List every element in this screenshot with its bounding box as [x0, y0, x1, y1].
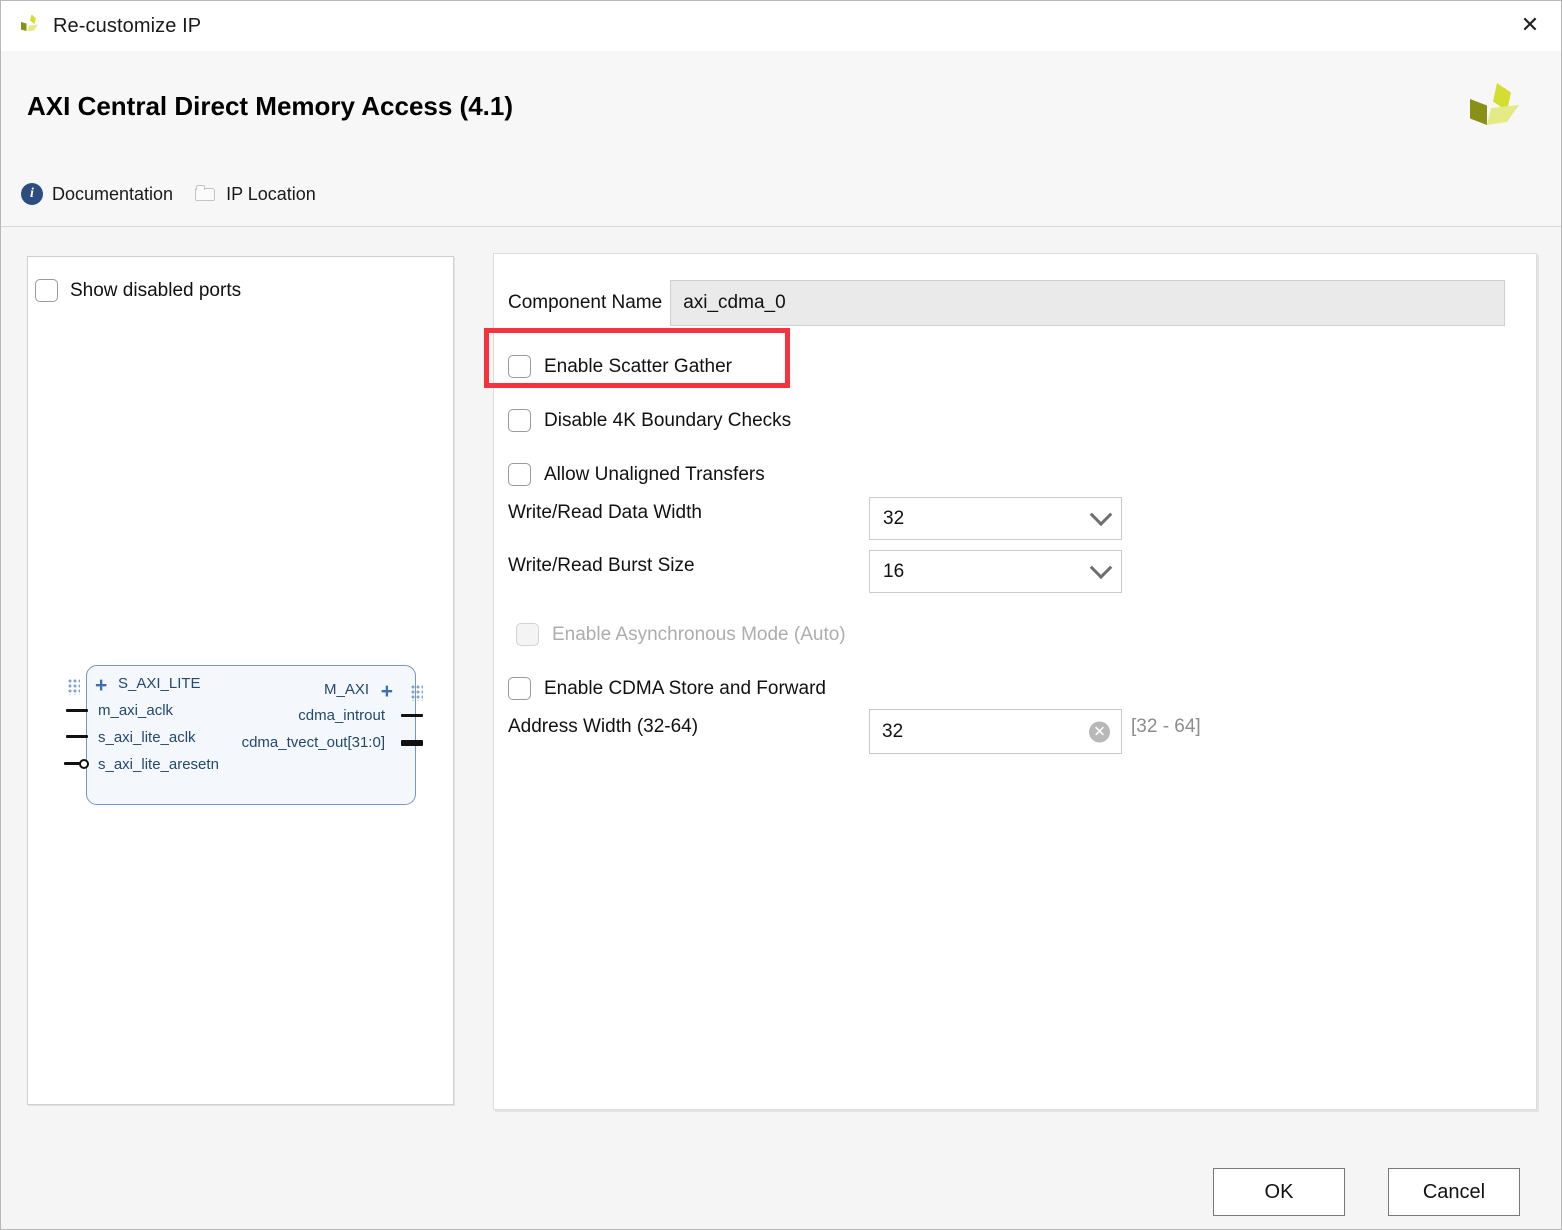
dialog-body: Show disabled ports + S_AXI_LITE m_axi_a…: [1, 227, 1561, 1127]
cdma-introut-wire: [401, 714, 423, 718]
allow-unaligned-transfers-row[interactable]: Allow Unaligned Transfers: [508, 463, 765, 486]
disable-4k-boundary-checks-label: Disable 4K Boundary Checks: [544, 409, 792, 431]
disable-4k-boundary-checks-checkbox[interactable]: [508, 409, 531, 432]
close-icon[interactable]: ✕: [1513, 11, 1547, 41]
documentation-link[interactable]: i Documentation: [21, 183, 173, 205]
data-width-label-row: Write/Read Data Width: [508, 502, 702, 524]
ip-location-link[interactable]: IP Location: [195, 184, 316, 205]
dialog-footer: OK Cancel: [1, 1127, 1561, 1229]
info-icon: i: [21, 183, 43, 205]
allow-unaligned-transfers-label: Allow Unaligned Transfers: [544, 463, 765, 485]
ip-block-diagram: + S_AXI_LITE m_axi_aclk s_axi_lite_aclk …: [46, 661, 441, 809]
show-disabled-ports-label: Show disabled ports: [70, 279, 242, 301]
enable-async-mode-checkbox: [516, 623, 539, 646]
address-width-range-row: [32 - 64]: [1131, 716, 1201, 738]
enable-async-mode-label: Enable Asynchronous Mode (Auto): [552, 623, 846, 645]
chevron-down-icon[interactable]: [1081, 502, 1121, 527]
enable-cdma-store-forward-row[interactable]: Enable CDMA Store and Forward: [508, 677, 826, 700]
clear-icon[interactable]: ✕: [1089, 721, 1110, 742]
component-name-label: Component Name: [508, 292, 663, 313]
chevron-down-icon[interactable]: [1081, 555, 1121, 580]
component-name-input[interactable]: [670, 280, 1506, 326]
show-disabled-ports-checkbox[interactable]: [35, 279, 58, 302]
component-name-row: Component Name: [508, 280, 1506, 326]
xilinx-brand-logo-icon: [1467, 81, 1523, 133]
ok-button[interactable]: OK: [1213, 1168, 1345, 1216]
burst-size-label-row: Write/Read Burst Size: [508, 555, 695, 577]
allow-unaligned-transfers-checkbox[interactable]: [508, 463, 531, 486]
address-width-range-hint: [32 - 64]: [1131, 716, 1201, 737]
cdma-tvect-out-bus-wire: [401, 740, 423, 746]
port-label-s-axi-lite-aclk: s_axi_lite_aclk: [98, 729, 196, 746]
port-label-s-axi-lite: S_AXI_LITE: [118, 675, 201, 692]
folder-icon: [195, 185, 217, 203]
header-links: i Documentation IP Location: [21, 183, 316, 205]
address-width-input-wrap: ✕: [869, 709, 1122, 754]
address-width-input[interactable]: [869, 709, 1122, 754]
burst-size-value: 16: [883, 560, 905, 582]
expand-s-axi-lite-icon[interactable]: +: [95, 675, 107, 696]
enable-cdma-store-forward-checkbox[interactable]: [508, 677, 531, 700]
port-label-m-axi-aclk: m_axi_aclk: [98, 702, 174, 719]
s-axi-lite-aresetn-wire: [64, 762, 80, 766]
ip-header: AXI Central Direct Memory Access (4.1) i…: [1, 51, 1561, 227]
enable-async-mode-row: Enable Asynchronous Mode (Auto): [516, 623, 846, 646]
ip-config-form: Component Name Enable Scatter Gather Dis…: [494, 254, 1536, 1109]
s-axi-lite-bus-stub-icon: [68, 679, 80, 695]
expand-m-axi-icon[interactable]: +: [381, 681, 393, 702]
aresetn-inversion-bubble-icon: [79, 759, 89, 769]
address-width-label: Address Width (32-64): [508, 716, 699, 737]
data-width-label: Write/Read Data Width: [508, 502, 702, 523]
documentation-link-label: Documentation: [52, 183, 174, 204]
ip-symbol-panel: Show disabled ports + S_AXI_LITE m_axi_a…: [27, 256, 454, 1105]
enable-scatter-gather-checkbox[interactable]: [508, 355, 531, 378]
enable-cdma-store-forward-label: Enable CDMA Store and Forward: [544, 677, 826, 699]
enable-scatter-gather-label: Enable Scatter Gather: [544, 355, 732, 377]
s-axi-lite-aclk-wire: [66, 735, 88, 739]
re-customize-ip-dialog: Re-customize IP ✕ AXI Central Direct Mem…: [0, 0, 1562, 1230]
m-axi-aclk-wire: [66, 709, 88, 713]
address-width-label-row: Address Width (32-64): [508, 716, 698, 738]
data-width-value: 32: [883, 507, 905, 529]
xilinx-logo-icon: [17, 13, 43, 39]
cancel-button[interactable]: Cancel: [1388, 1168, 1520, 1216]
data-width-dropdown[interactable]: 32: [869, 497, 1122, 540]
disable-4k-boundary-checks-row[interactable]: Disable 4K Boundary Checks: [508, 409, 791, 432]
port-label-s-axi-lite-aresetn: s_axi_lite_aresetn: [98, 756, 219, 773]
port-label-cdma-tvect-out: cdma_tvect_out[31:0]: [241, 734, 385, 751]
window-title-bar: Re-customize IP ✕: [1, 1, 1561, 52]
ip-config-panel: Component Name Enable Scatter Gather Dis…: [493, 253, 1537, 1110]
burst-size-dropdown[interactable]: 16: [869, 550, 1122, 593]
burst-size-label: Write/Read Burst Size: [508, 555, 695, 576]
show-disabled-ports-checkbox-row[interactable]: Show disabled ports: [35, 279, 241, 302]
port-label-m-axi: M_AXI: [323, 681, 369, 698]
ip-location-link-label: IP Location: [226, 183, 316, 204]
enable-scatter-gather-row[interactable]: Enable Scatter Gather: [508, 355, 732, 378]
m-axi-bus-stub-icon: [411, 685, 423, 701]
port-label-cdma-introut: cdma_introut: [298, 707, 385, 724]
window-title: Re-customize IP: [53, 14, 202, 37]
page-title: AXI Central Direct Memory Access (4.1): [27, 91, 514, 121]
